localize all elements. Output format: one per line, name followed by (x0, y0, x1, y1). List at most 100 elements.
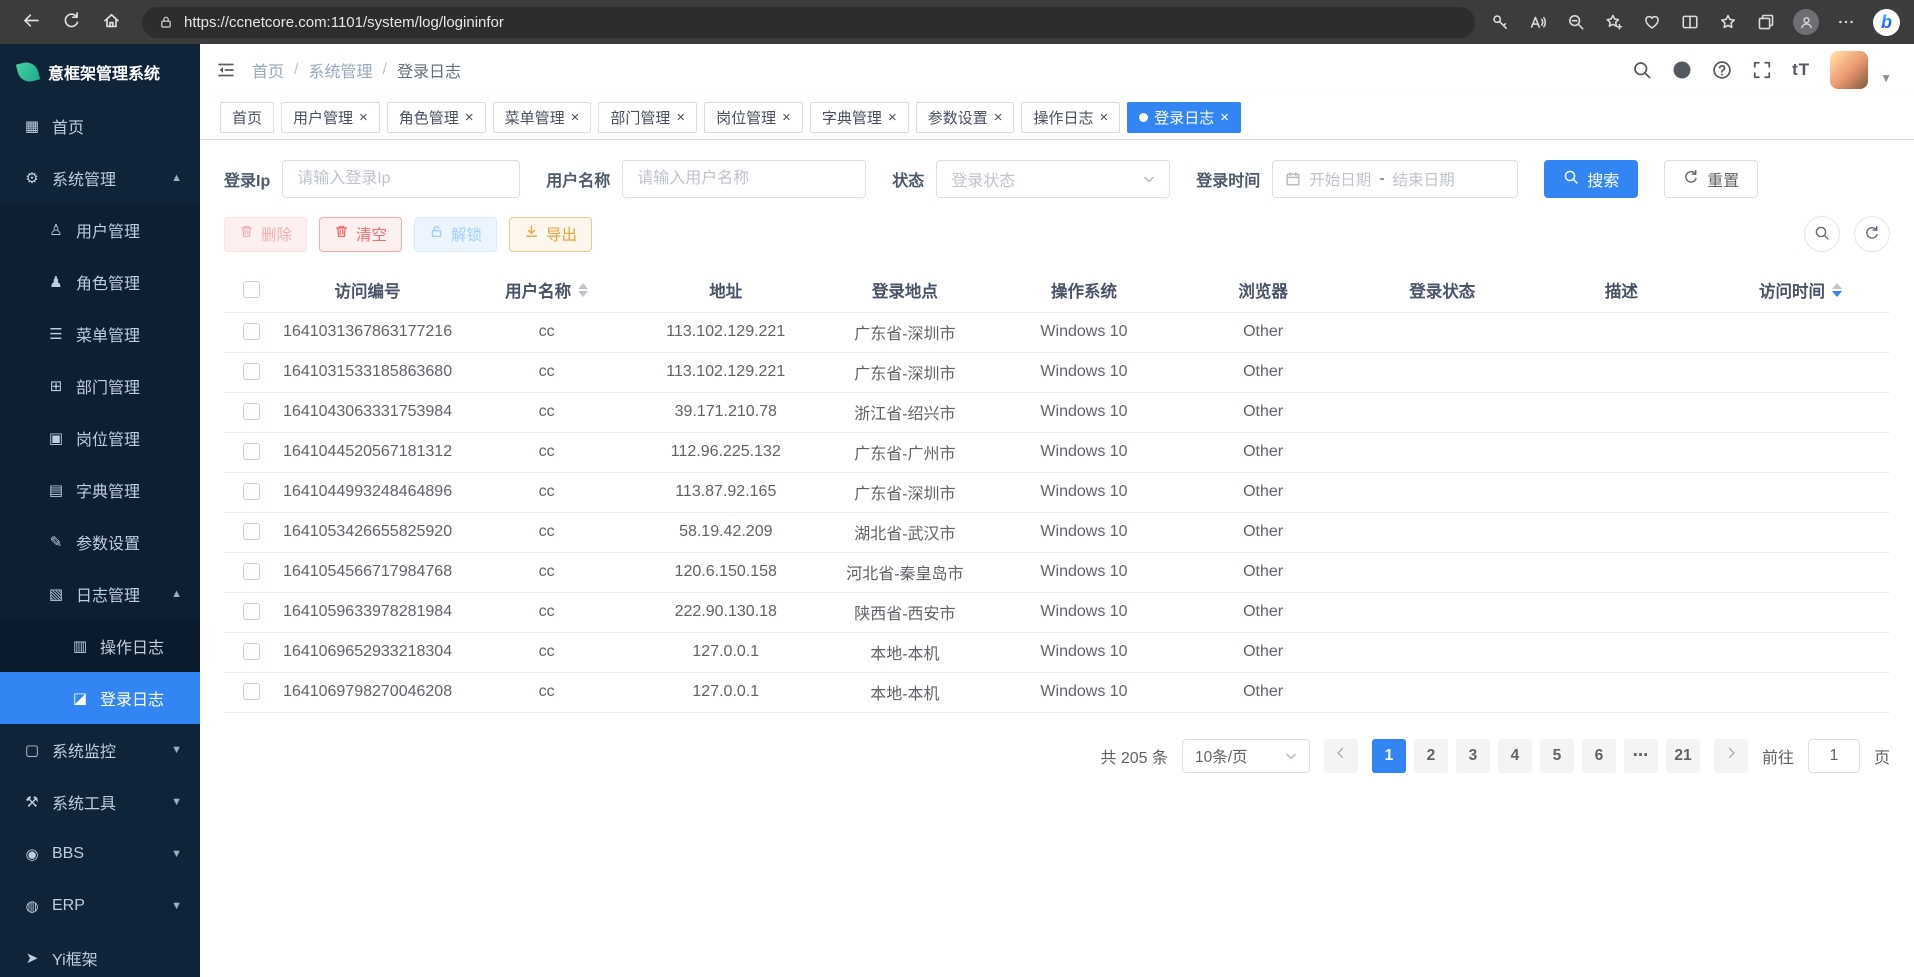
login-ip-input[interactable] (282, 160, 520, 198)
row-checkbox[interactable] (243, 523, 260, 540)
goto-page-input[interactable] (1808, 739, 1860, 773)
sidebar-item-2[interactable]: ♙用户管理 (0, 204, 200, 256)
column-header[interactable]: 访问时间 (1759, 278, 1842, 302)
sidebar-item-3[interactable]: ♟角色管理 (0, 256, 200, 308)
toggle-search-button[interactable] (1804, 216, 1840, 252)
export-button[interactable]: 导出 (509, 217, 592, 252)
sort-caret[interactable] (578, 283, 588, 297)
username-input[interactable] (622, 160, 866, 198)
close-icon[interactable]: × (359, 109, 368, 126)
sidebar-item-15[interactable]: ◍ERP▼ (0, 880, 200, 932)
table-row[interactable]: 1641069798270046208cc127.0.0.1本地-本机Windo… (224, 672, 1890, 712)
help-icon[interactable] (1712, 60, 1732, 80)
row-checkbox[interactable] (243, 363, 260, 380)
more-icon[interactable] (1835, 11, 1857, 33)
page-button[interactable]: 2 (1414, 739, 1448, 773)
close-icon[interactable]: × (888, 109, 897, 126)
page-button[interactable]: 6 (1582, 739, 1616, 773)
close-icon[interactable]: × (1100, 109, 1109, 126)
sidebar-item-10[interactable]: ▥操作日志 (0, 620, 200, 672)
row-checkbox[interactable] (243, 323, 260, 340)
sidebar-item-4[interactable]: ☰菜单管理 (0, 308, 200, 360)
sidebar-item-11[interactable]: ◪登录日志 (0, 672, 200, 724)
home-button[interactable] (94, 5, 128, 39)
table-row[interactable]: 1641031533185863680cc113.102.129.221广东省-… (224, 352, 1890, 392)
delete-button[interactable]: 删除 (224, 217, 307, 252)
sidebar-item-12[interactable]: ▢系统监控▼ (0, 724, 200, 776)
tab-9[interactable]: 登录日志× (1127, 102, 1241, 133)
close-icon[interactable]: × (782, 109, 791, 126)
next-page-button[interactable] (1714, 739, 1748, 773)
unlock-button[interactable]: 解锁 (414, 217, 497, 252)
table-row[interactable]: 1641044520567181312cc112.96.225.132广东省-广… (224, 432, 1890, 472)
header-search-icon[interactable] (1632, 60, 1652, 80)
prev-page-button[interactable] (1324, 739, 1358, 773)
close-icon[interactable]: × (994, 109, 1003, 126)
page-button[interactable]: 4 (1498, 739, 1532, 773)
favorites-icon[interactable] (1717, 11, 1739, 33)
essentials-icon[interactable] (1641, 11, 1663, 33)
tab-2[interactable]: 角色管理× (387, 102, 486, 133)
sidebar-item-13[interactable]: ⚒系统工具▼ (0, 776, 200, 828)
collections-icon[interactable] (1755, 11, 1777, 33)
sidebar-item-8[interactable]: ✎参数设置 (0, 516, 200, 568)
sidebar-item-1[interactable]: ⚙系统管理▲ (0, 152, 200, 204)
read-aloud-icon[interactable] (1527, 11, 1549, 33)
row-checkbox[interactable] (243, 483, 260, 500)
copilot-icon[interactable]: b (1873, 9, 1900, 36)
sidebar-item-0[interactable]: ▦首页 (0, 100, 200, 152)
search-button[interactable]: 搜索 (1544, 160, 1638, 198)
key-icon[interactable] (1489, 11, 1511, 33)
page-size-select[interactable]: 10条/页 (1182, 739, 1310, 773)
row-checkbox[interactable] (243, 403, 260, 420)
close-icon[interactable]: × (1220, 109, 1229, 126)
table-row[interactable]: 1641059633978281984cc222.90.130.18陕西省-西安… (224, 592, 1890, 632)
column-header[interactable]: 用户名称 (505, 278, 588, 302)
tab-5[interactable]: 岗位管理× (704, 102, 803, 133)
select-all-checkbox[interactable] (243, 281, 260, 298)
github-icon[interactable] (1672, 60, 1692, 80)
page-button[interactable]: 5 (1540, 739, 1574, 773)
table-row[interactable]: 1641044993248464896cc113.87.92.165广东省-深圳… (224, 472, 1890, 512)
row-checkbox[interactable] (243, 643, 260, 660)
fullscreen-icon[interactable] (1752, 60, 1772, 80)
table-row[interactable]: 1641053426655825920cc58.19.42.209湖北省-武汉市… (224, 512, 1890, 552)
site-info-icon[interactable] (158, 14, 174, 30)
tab-7[interactable]: 参数设置× (916, 102, 1015, 133)
sidebar-item-9[interactable]: ▧日志管理▲ (0, 568, 200, 620)
table-row[interactable]: 1641054566717984768cc120.6.150.158河北省-秦皇… (224, 552, 1890, 592)
refresh-table-button[interactable] (1854, 216, 1890, 252)
sidebar-item-14[interactable]: ◉BBS▼ (0, 828, 200, 880)
back-button[interactable] (14, 5, 48, 39)
tab-1[interactable]: 用户管理× (281, 102, 380, 133)
refresh-page-button[interactable] (54, 5, 88, 39)
breadcrumb-item[interactable]: 系统管理 (308, 58, 372, 82)
table-row[interactable]: 1641069652933218304cc127.0.0.1本地-本机Windo… (224, 632, 1890, 672)
login-time-range-picker[interactable]: 开始日期 - 结束日期 (1272, 160, 1518, 198)
tab-3[interactable]: 菜单管理× (493, 102, 592, 133)
row-checkbox[interactable] (243, 683, 260, 700)
close-icon[interactable]: × (465, 109, 474, 126)
favorite-add-icon[interactable] (1603, 11, 1625, 33)
status-select[interactable]: 登录状态 (936, 160, 1170, 198)
row-checkbox[interactable] (243, 563, 260, 580)
close-icon[interactable]: × (676, 109, 685, 126)
sidebar-item-6[interactable]: ▣岗位管理 (0, 412, 200, 464)
close-icon[interactable]: × (571, 109, 580, 126)
font-size-icon[interactable]: tT (1792, 60, 1810, 80)
address-bar[interactable]: https://ccnetcore.com:1101/system/log/lo… (142, 7, 1475, 38)
tab-8[interactable]: 操作日志× (1021, 102, 1120, 133)
collapse-sidebar-button[interactable] (216, 60, 236, 80)
user-avatar[interactable] (1830, 51, 1868, 89)
sidebar-item-16[interactable]: ➤Yi框架 (0, 932, 200, 977)
table-row[interactable]: 1641043063331753984cc39.171.210.78浙江省-绍兴… (224, 392, 1890, 432)
table-row[interactable]: 1641031367863177216cc113.102.129.221广东省-… (224, 312, 1890, 352)
page-button[interactable]: 3 (1456, 739, 1490, 773)
clear-button[interactable]: 清空 (319, 217, 402, 252)
split-screen-icon[interactable] (1679, 11, 1701, 33)
page-button[interactable]: 21 (1666, 739, 1700, 773)
sort-caret[interactable] (1832, 283, 1842, 297)
breadcrumb-item[interactable]: 首页 (252, 58, 284, 82)
reset-button[interactable]: 重置 (1664, 160, 1758, 198)
sidebar-item-7[interactable]: ▤字典管理 (0, 464, 200, 516)
